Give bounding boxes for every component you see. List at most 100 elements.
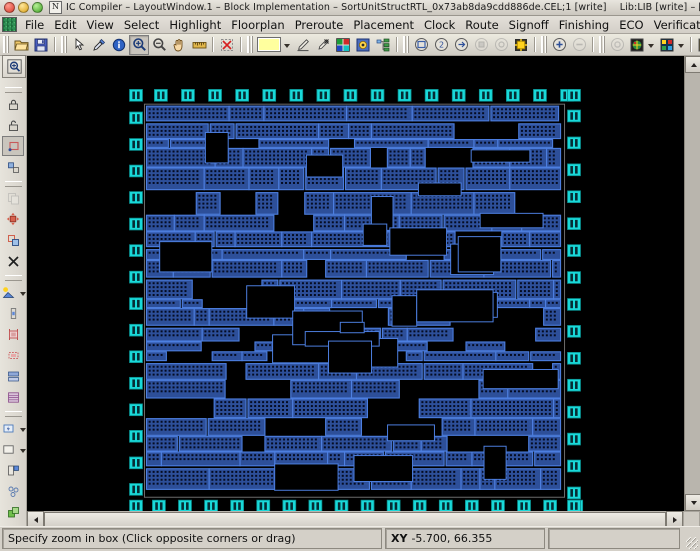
menu-placement[interactable]: Placement — [348, 17, 419, 33]
create-voltage-area-icon[interactable] — [0, 418, 19, 438]
unlock-icon[interactable] — [2, 115, 24, 135]
left-toolbar-grip[interactable] — [4, 87, 22, 93]
menu-file[interactable]: File — [20, 17, 49, 33]
fix-cell-icon[interactable] — [2, 136, 24, 156]
menu-clock[interactable]: Clock — [419, 17, 460, 33]
menu-preroute[interactable]: Preroute — [290, 17, 349, 33]
menu-verification[interactable]: Verification — [649, 17, 700, 33]
toolbar-grip-map[interactable] — [599, 36, 605, 53]
pointer-icon[interactable] — [69, 35, 89, 55]
redraw-icon[interactable] — [511, 35, 531, 55]
floorplan-drawing — [129, 89, 584, 511]
zoom-full-icon[interactable] — [411, 35, 431, 55]
menu-highlight[interactable]: Highlight — [164, 17, 226, 33]
row-array-icon[interactable] — [2, 387, 24, 407]
ruler-icon[interactable] — [189, 35, 209, 55]
menu-floorplan[interactable]: Floorplan — [226, 17, 289, 33]
zoom-step-out-icon[interactable] — [569, 35, 589, 55]
close-button[interactable] — [4, 2, 15, 13]
zoom-step-in-icon[interactable] — [549, 35, 569, 55]
minimize-button[interactable] — [18, 2, 29, 13]
map-mode-dropdown-arrow-icon[interactable] — [648, 43, 654, 48]
deselect-all-icon[interactable] — [217, 35, 237, 55]
unfix-cell-icon[interactable] — [2, 157, 24, 177]
resize-grip-icon[interactable] — [683, 528, 698, 549]
zoom-out-icon[interactable] — [149, 35, 169, 55]
window-title: IC Compiler – LayoutWindow.1 – Block Imp… — [66, 2, 700, 13]
menu-bar: File Edit View Select Highlight Floorpla… — [0, 16, 700, 34]
horizontal-scroll-thumb[interactable] — [44, 512, 666, 527]
toolbar-separator-2 — [212, 37, 214, 52]
toolbar-grip-select[interactable] — [61, 36, 67, 53]
zoom-previous-icon[interactable]: 2 — [431, 35, 451, 55]
vertical-scrollbar[interactable] — [684, 56, 700, 511]
toolbar-grip-step[interactable] — [541, 36, 547, 53]
status-xy-label: XY — [391, 532, 408, 545]
create-macro-icon[interactable] — [2, 324, 24, 344]
pan-hand-icon[interactable] — [169, 35, 189, 55]
clear-highlight-icon[interactable] — [313, 35, 333, 55]
scroll-up-arrow-icon[interactable] — [685, 56, 700, 73]
horizontal-scroll-track[interactable] — [44, 511, 666, 527]
create-row-icon[interactable] — [2, 366, 24, 386]
map-mode-icon[interactable] — [627, 35, 647, 55]
pencil-edit-icon[interactable] — [293, 35, 313, 55]
info-icon[interactable] — [109, 35, 129, 55]
status-message: Specify zoom in box (Click opposite corn… — [2, 528, 382, 549]
align-macro-icon[interactable] — [2, 345, 24, 365]
toolbar-separator-4 — [396, 37, 398, 52]
menu-edit[interactable]: Edit — [49, 17, 81, 33]
toolbar-grip-view[interactable] — [403, 36, 409, 53]
color-swatch-icon[interactable] — [255, 35, 283, 55]
world-view-icon[interactable] — [607, 35, 627, 55]
zoom-button[interactable] — [32, 2, 43, 13]
lock-closed-icon[interactable] — [2, 94, 24, 114]
window-title-lib: Lib:LIB [write] – [Layout.1] — [619, 2, 700, 13]
create-shape-icon[interactable] — [0, 282, 19, 302]
zoom-next-icon[interactable] — [451, 35, 471, 55]
create-shape-dropdown-arrow-icon[interactable] — [20, 291, 26, 296]
zoom-in-icon[interactable] — [129, 34, 149, 55]
create-group-icon[interactable] — [2, 481, 24, 501]
copy-object-icon[interactable] — [2, 188, 24, 208]
zoom-box-mode-icon[interactable] — [2, 55, 26, 78]
eyedropper-icon[interactable] — [89, 35, 109, 55]
visual-settings-icon[interactable] — [353, 35, 373, 55]
create-bound-icon[interactable] — [2, 460, 24, 480]
menu-select[interactable]: Select — [119, 17, 164, 33]
resize-object-icon[interactable] — [2, 230, 24, 250]
zoom-selected-icon[interactable] — [471, 35, 491, 55]
color-dropdown-arrow-icon[interactable] — [284, 43, 290, 48]
save-icon[interactable] — [31, 35, 51, 55]
create-pin-icon[interactable] — [2, 303, 24, 323]
menu-eco[interactable]: ECO — [614, 17, 648, 33]
create-blockage-icon[interactable] — [0, 439, 19, 459]
create-region-icon[interactable] — [2, 502, 24, 522]
congestion-map-icon[interactable] — [657, 35, 677, 55]
placement-density-icon[interactable] — [695, 35, 700, 55]
toolbar-grip-file[interactable] — [3, 36, 9, 53]
menu-view[interactable]: View — [82, 17, 119, 33]
menu-route[interactable]: Route — [460, 17, 503, 33]
open-icon[interactable] — [11, 35, 31, 55]
layer-colors-icon[interactable] — [333, 35, 353, 55]
canvas-container — [27, 56, 700, 528]
move-object-icon[interactable] — [2, 209, 24, 229]
zoom-fit-icon[interactable] — [491, 35, 511, 55]
blockage-dropdown-arrow-icon[interactable] — [20, 448, 26, 453]
menu-finishing[interactable]: Finishing — [554, 17, 615, 33]
ic-compiler-logo-icon — [2, 17, 17, 32]
horizontal-scrollbar[interactable] — [27, 511, 700, 528]
hierarchy-browser-icon[interactable] — [373, 35, 393, 55]
toolbar-grip-color[interactable] — [247, 36, 253, 53]
vertical-scroll-track[interactable] — [685, 73, 700, 494]
menu-signoff[interactable]: Signoff — [504, 17, 554, 33]
toolbar-separator-7 — [690, 37, 692, 52]
scroll-down-arrow-icon[interactable] — [685, 494, 700, 511]
ic-compiler-window: N IC Compiler – LayoutWindow.1 – Block I… — [0, 0, 700, 551]
voltage-area-group — [0, 418, 26, 439]
congestion-dropdown-arrow-icon[interactable] — [678, 43, 684, 48]
delete-object-icon[interactable] — [2, 251, 24, 271]
voltage-area-dropdown-arrow-icon[interactable] — [20, 427, 26, 432]
layout-canvas[interactable] — [27, 56, 684, 511]
